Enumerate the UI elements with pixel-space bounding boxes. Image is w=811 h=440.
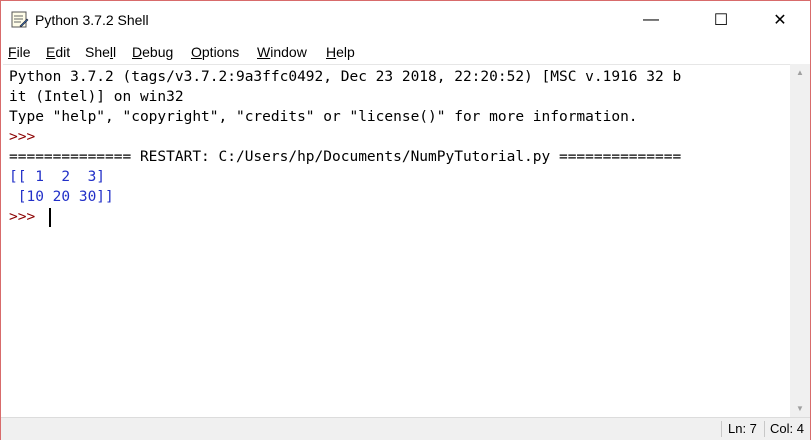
menu-window-mnemonic: W xyxy=(257,44,271,60)
help-line: Type "help", "copyright", "credits" or "… xyxy=(9,109,638,125)
menu-debug-post: ebug xyxy=(142,44,174,60)
menu-help-post: elp xyxy=(336,44,355,60)
menu-help-mnemonic: H xyxy=(326,44,337,60)
close-button[interactable]: ✕ xyxy=(757,1,803,39)
maximize-button[interactable]: ☐ xyxy=(698,1,744,39)
title-bar[interactable]: Python 3.7.2 Shell — ☐ ✕ xyxy=(1,1,810,39)
scroll-up-arrow-icon[interactable]: ▲ xyxy=(790,64,810,81)
prompt-line-1: >>> xyxy=(9,129,44,145)
menu-window-post: indow xyxy=(270,44,307,60)
menu-options-post: ptions xyxy=(201,44,240,60)
minimize-icon: — xyxy=(643,11,659,28)
menu-options-mnemonic: O xyxy=(191,44,202,60)
window-title: Python 3.7.2 Shell xyxy=(35,12,149,28)
banner-line-2: it (Intel)] on win32 xyxy=(9,89,184,105)
status-col: Col: 4 xyxy=(770,421,804,436)
output-line-1: [[ 1 2 3] xyxy=(9,169,106,185)
menu-debug[interactable]: Debug xyxy=(132,43,173,61)
idle-shell-window: Python 3.7.2 Shell — ☐ ✕ File Edit Shell… xyxy=(0,0,811,440)
shell-text-area[interactable]: Python 3.7.2 (tags/v3.7.2:9a3ffc0492, De… xyxy=(3,64,790,418)
close-icon: ✕ xyxy=(773,12,787,29)
minimize-button[interactable]: — xyxy=(628,1,674,39)
menu-edit-mnemonic: E xyxy=(46,44,56,60)
menu-file[interactable]: File xyxy=(8,43,31,61)
menu-file-mnemonic: F xyxy=(8,44,17,60)
scroll-down-arrow-icon[interactable]: ▼ xyxy=(790,400,810,417)
status-line: Ln: 7 xyxy=(728,421,757,436)
prompt-line-2: >>> xyxy=(9,209,44,225)
menu-edit[interactable]: Edit xyxy=(46,43,70,61)
banner-line-1: Python 3.7.2 (tags/v3.7.2:9a3ffc0492, De… xyxy=(9,69,682,85)
maximize-icon: ☐ xyxy=(713,12,729,29)
menu-shell-post: l xyxy=(113,44,117,60)
menu-bar: File Edit Shell Debug Options Window Hel… xyxy=(1,40,810,64)
vertical-scrollbar[interactable]: ▲ ▼ xyxy=(790,64,810,417)
menu-help[interactable]: Help xyxy=(326,43,355,61)
status-bar: Ln: 7 Col: 4 xyxy=(1,417,810,440)
menu-edit-post: dit xyxy=(55,44,71,60)
menu-options[interactable]: Options xyxy=(191,43,239,61)
python-idle-icon xyxy=(11,11,29,28)
text-cursor xyxy=(49,208,51,227)
menu-file-post: ile xyxy=(16,44,31,60)
restart-line: ============== RESTART: C:/Users/hp/Docu… xyxy=(9,149,682,165)
menu-shell[interactable]: Shell xyxy=(85,43,116,61)
menu-shell-pre: She xyxy=(85,44,110,60)
menu-window[interactable]: Window xyxy=(257,43,307,61)
status-separator xyxy=(721,421,722,437)
output-line-2: [10 20 30]] xyxy=(9,189,114,205)
menu-debug-mnemonic: D xyxy=(132,44,143,60)
status-separator xyxy=(764,421,765,437)
